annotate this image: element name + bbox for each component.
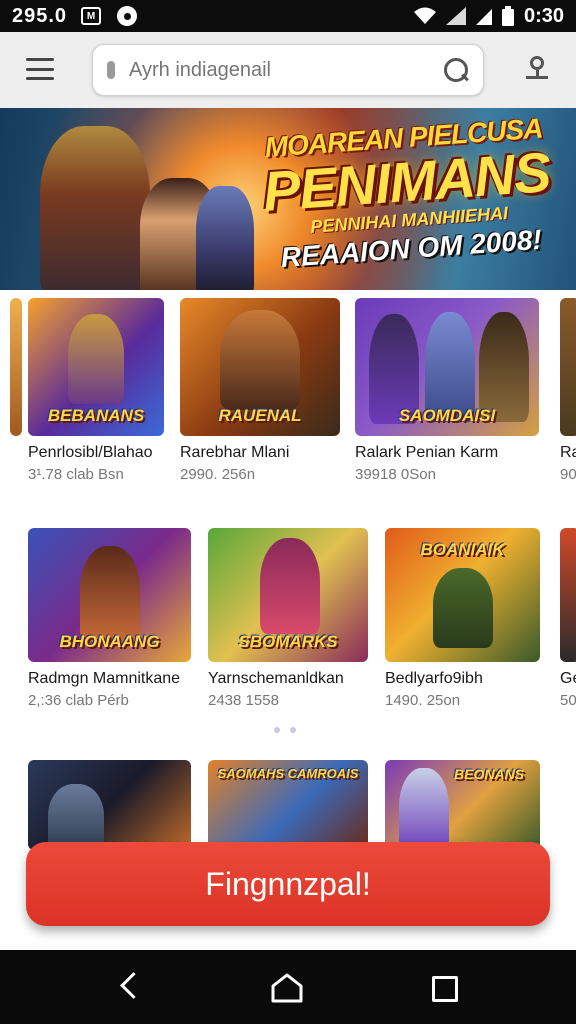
status-bar: 295.0 M 0:30 [0,0,576,32]
game-title: Rarebhar Mlani [180,444,290,461]
game-title: Penrlosibl/Blahao [28,444,153,461]
game-meta: 1490. 25on [385,692,461,709]
game-row-2: BHONAANG Radmgn Mamnitkane 2,:36 clab Pé… [0,528,576,718]
game-title: Bedlyarfo9ibh [385,670,483,687]
game-title: Ralark Penian Karm [355,444,499,461]
notification-box-icon: M [81,7,102,25]
game-meta: 90 [560,466,576,483]
pager-dot[interactable] [290,727,296,733]
search-prefix-icon [107,61,115,79]
banner-hero-warrior [40,126,150,290]
home-icon[interactable] [270,972,304,1004]
status-time-left: 295.0 [12,4,68,27]
game-logo-text: BEBANANS [47,406,145,425]
system-nav-bar [0,950,576,1024]
game-card[interactable] [28,760,191,850]
banner-title: MOAREAN PIELCUSA PENIMANS PENNIHAI MANHI… [253,112,563,290]
game-logo-text: SAOMDAISI [398,406,496,425]
game-thumbnail [28,760,191,850]
game-meta: 3¹.78 clab Bsn [28,466,124,483]
app-bar [0,32,576,108]
game-thumbnail [10,298,22,436]
game-title: Yarnschemanldkan [208,670,344,687]
search-input[interactable] [129,58,443,82]
app-screen: 295.0 M 0:30 MOAREAN PIELCUSA PENIMANS P… [0,0,576,1024]
game-thumbnail: BEONANS [385,760,540,850]
game-thumbnail [560,528,576,662]
signal-icon [475,9,492,25]
game-title: Radmgn Mamnitkane [28,670,181,687]
battery-icon [501,6,514,26]
game-title: Ra [560,444,576,461]
back-icon[interactable] [114,972,144,1002]
game-card[interactable]: BEONANS [385,760,540,850]
game-meta: 39918 0Son [355,466,436,483]
cell-signal-icon [445,7,466,25]
status-right-group: 0:30 [413,4,564,28]
game-card-peek-left[interactable] [10,298,22,436]
game-thumbnail: SAOMAHS CAMROAIS [208,760,368,850]
account-icon[interactable] [524,56,550,86]
status-time-right: 0:30 [523,4,564,27]
recent-apps-icon[interactable] [432,976,458,1002]
wifi-icon [413,7,436,24]
game-card-peek-right[interactable]: Ra 90 [560,298,576,483]
game-thumbnail: RAUENAL [180,298,340,436]
game-card[interactable]: SAOMAHS CAMROAIS [208,760,368,850]
game-card-peek-right[interactable]: Ge 50 [560,528,576,709]
game-meta: 2438 1558 [208,692,279,709]
game-thumbnail: BOANIAIK [385,528,540,662]
game-thumbnail [560,298,576,436]
game-row-3: SAOMAHS CAMROAIS BEONANS [0,760,576,850]
notification-dot-icon [117,6,138,26]
game-thumbnail: BHONAANG [28,528,191,662]
game-title: Ge [560,670,576,687]
game-meta: 2,:36 clab Pérb [28,692,129,709]
game-card[interactable]: SBOMARKS Yarnschemanldkan 2438 1558 [208,528,368,709]
game-logo-text: SBOMARKS [238,632,338,651]
game-logo-text: BOANIAIK [420,540,505,559]
game-meta: 2990. 256n [180,466,256,483]
game-thumbnail: SBOMARKS [208,528,368,662]
game-logo-text: SAOMAHS CAMROAIS [217,766,359,781]
game-card[interactable]: SAOMDAISI Ralark Penian Karm 39918 0Son [355,298,539,483]
search-bar[interactable] [92,44,484,96]
carousel-pager [274,727,296,733]
pager-dot[interactable] [274,727,280,733]
game-card[interactable]: BOANIAIK Bedlyarfo9ibh 1490. 25on [385,528,540,709]
promo-banner[interactable]: MOAREAN PIELCUSA PENIMANS PENNIHAI MANHI… [0,108,576,290]
hamburger-menu-icon[interactable] [26,58,54,80]
game-logo-text: RAUENAL [218,406,302,425]
search-icon[interactable] [443,57,469,83]
game-thumbnail: SAOMDAISI [355,298,539,436]
game-card[interactable]: BEBANANS Penrlosibl/Blahao 3¹.78 clab Bs… [28,298,164,483]
primary-cta-button[interactable]: Fingnnzpal! [26,842,550,926]
game-meta: 50 [560,692,576,709]
banner-hero-masked [196,186,254,290]
game-row-1: BEBANANS Penrlosibl/Blahao 3¹.78 clab Bs… [0,298,576,498]
game-logo-text: BEONANS [453,766,525,782]
game-thumbnail: BEBANANS [28,298,164,436]
game-card[interactable]: BHONAANG Radmgn Mamnitkane 2,:36 clab Pé… [28,528,191,709]
game-logo-text: BHONAANG [59,632,160,651]
game-card[interactable]: RAUENAL Rarebhar Mlani 2990. 256n [180,298,340,483]
